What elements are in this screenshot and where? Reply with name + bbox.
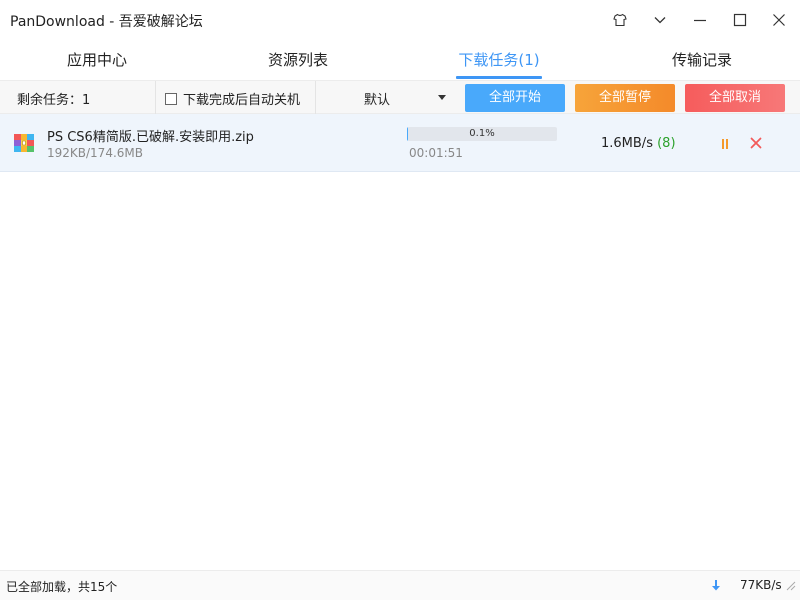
- minimize-icon[interactable]: [687, 8, 713, 32]
- tab-download-tasks[interactable]: 下载任务(1): [449, 40, 549, 80]
- task-speed-value: 1.6MB/s: [601, 136, 653, 151]
- task-speed: 1.6MB/s (8): [601, 136, 676, 151]
- task-progress-bar: 0.1%: [407, 127, 557, 141]
- tab-resource-list[interactable]: 资源列表: [248, 40, 348, 80]
- auto-shutdown-option[interactable]: 下载完成后自动关机: [165, 89, 300, 108]
- task-progress-text: 0.1%: [469, 128, 495, 139]
- start-all-button[interactable]: 全部开始: [465, 84, 565, 112]
- tab-bar: 应用中心 资源列表 下载任务(1) 传输记录: [0, 40, 800, 80]
- total-download-speed: 77KB/s: [740, 578, 782, 592]
- pause-task-icon[interactable]: [718, 137, 732, 151]
- archive-zip-icon: [14, 134, 34, 152]
- active-tab-indicator: [456, 76, 542, 79]
- task-connection-count: (8): [657, 136, 676, 151]
- task-file-size: 192KB/174.6MB: [47, 146, 143, 160]
- shirt-icon[interactable]: [607, 8, 633, 32]
- download-mode-select[interactable]: 默认: [316, 81, 456, 114]
- status-bar: 已全部加载，共15个 77KB/s: [0, 570, 800, 600]
- close-icon[interactable]: [766, 8, 792, 32]
- toolbar: 剩余任务：1 下载完成后自动关机 默认 全部开始 全部暂停 全部取消: [0, 80, 800, 114]
- status-text: 已全部加载，共15个: [6, 580, 118, 594]
- dropdown-arrow-icon: [438, 95, 446, 100]
- resize-grip-icon[interactable]: [784, 579, 796, 591]
- tab-transfer-records[interactable]: 传输记录: [652, 40, 752, 80]
- task-file-name: PS CS6精简版.已破解.安装即用.zip: [47, 130, 254, 145]
- download-mode-value: 默认: [364, 93, 391, 108]
- tab-app-center[interactable]: 应用中心: [47, 40, 147, 80]
- maximize-icon[interactable]: [727, 8, 753, 32]
- auto-shutdown-label: 下载完成后自动关机: [183, 93, 301, 108]
- cancel-all-button[interactable]: 全部取消: [685, 84, 785, 112]
- remaining-tasks-label: 剩余任务：1: [17, 93, 91, 108]
- toolbar-divider: [155, 81, 156, 114]
- window-title: PanDownload - 吾爱破解论坛: [10, 14, 203, 30]
- cancel-task-icon[interactable]: [749, 136, 763, 150]
- auto-shutdown-checkbox[interactable]: [165, 92, 177, 105]
- pause-all-button[interactable]: 全部暂停: [575, 84, 675, 112]
- chevron-down-icon[interactable]: [647, 8, 673, 32]
- task-elapsed-time: 00:01:51: [409, 146, 463, 160]
- download-arrow-icon: [712, 580, 720, 591]
- title-bar: PanDownload - 吾爱破解论坛: [0, 0, 800, 40]
- task-row[interactable]: PS CS6精简版.已破解.安装即用.zip 192KB/174.6MB 0.1…: [0, 114, 800, 172]
